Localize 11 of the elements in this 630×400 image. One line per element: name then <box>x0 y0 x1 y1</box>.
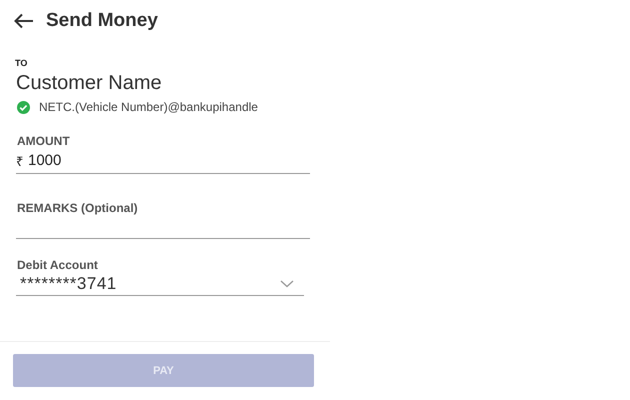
debit-account-label: Debit Account <box>17 258 99 272</box>
recipient-name: Customer Name <box>16 72 163 95</box>
chevron-down-icon <box>280 280 294 288</box>
remarks-label: REMARKS (Optional) <box>17 201 139 215</box>
back-arrow-icon[interactable] <box>14 13 34 29</box>
amount-field[interactable]: ₹ 1000 <box>16 148 310 174</box>
upi-id: NETC.(Vehicle Number)@bankupihandle <box>39 100 258 114</box>
page-title: Send Money <box>46 10 158 32</box>
amount-label: AMOUNT <box>17 134 71 148</box>
debit-account-dropdown[interactable]: ********3741 <box>16 272 304 296</box>
recipient-label: TO <box>15 58 28 68</box>
